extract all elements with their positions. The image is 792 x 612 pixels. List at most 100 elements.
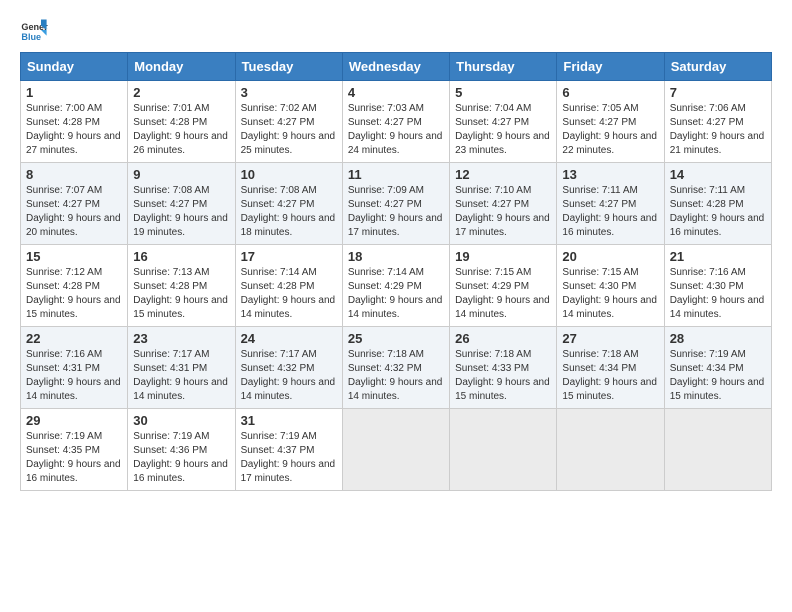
calendar-week-3: 15 Sunrise: 7:12 AMSunset: 4:28 PMDayligh…	[21, 245, 772, 327]
day-number: 3	[241, 85, 337, 100]
day-number: 31	[241, 413, 337, 428]
day-number: 9	[133, 167, 229, 182]
day-info: Sunrise: 7:03 AMSunset: 4:27 PMDaylight:…	[348, 103, 443, 156]
day-number: 16	[133, 249, 229, 264]
header-day-saturday: Saturday	[664, 53, 771, 81]
day-cell-4: 4 Sunrise: 7:03 AMSunset: 4:27 PMDaylight…	[342, 81, 449, 163]
day-info: Sunrise: 7:17 AMSunset: 4:31 PMDaylight:…	[133, 349, 228, 402]
day-number: 23	[133, 331, 229, 346]
day-number: 19	[455, 249, 551, 264]
day-info: Sunrise: 7:18 AMSunset: 4:34 PMDaylight:…	[562, 349, 657, 402]
header-day-tuesday: Tuesday	[235, 53, 342, 81]
day-number: 20	[562, 249, 658, 264]
svg-text:Blue: Blue	[21, 32, 41, 42]
day-info: Sunrise: 7:16 AMSunset: 4:31 PMDaylight:…	[26, 349, 121, 402]
day-cell-24: 24 Sunrise: 7:17 AMSunset: 4:32 PMDayligh…	[235, 327, 342, 409]
header: General Blue	[20, 16, 772, 44]
day-number: 15	[26, 249, 122, 264]
day-cell-25: 25 Sunrise: 7:18 AMSunset: 4:32 PMDayligh…	[342, 327, 449, 409]
day-info: Sunrise: 7:16 AMSunset: 4:30 PMDaylight:…	[670, 267, 765, 320]
day-number: 22	[26, 331, 122, 346]
day-info: Sunrise: 7:13 AMSunset: 4:28 PMDaylight:…	[133, 267, 228, 320]
day-number: 1	[26, 85, 122, 100]
header-day-friday: Friday	[557, 53, 664, 81]
day-number: 13	[562, 167, 658, 182]
day-info: Sunrise: 7:06 AMSunset: 4:27 PMDaylight:…	[670, 103, 765, 156]
day-cell-22: 22 Sunrise: 7:16 AMSunset: 4:31 PMDayligh…	[21, 327, 128, 409]
day-number: 11	[348, 167, 444, 182]
day-number: 14	[670, 167, 766, 182]
day-cell-21: 21Sunrise: 7:16 AMSunset: 4:30 PMDayligh…	[664, 245, 771, 327]
day-info: Sunrise: 7:11 AMSunset: 4:28 PMDaylight:…	[670, 185, 765, 238]
day-cell-14: 14 Sunrise: 7:11 AMSunset: 4:28 PMDayligh…	[664, 163, 771, 245]
header-day-thursday: Thursday	[450, 53, 557, 81]
day-cell-20: 20 Sunrise: 7:15 AMSunset: 4:30 PMDayligh…	[557, 245, 664, 327]
calendar-week-1: 1 Sunrise: 7:00 AMSunset: 4:28 PMDaylight…	[21, 81, 772, 163]
day-number: 30	[133, 413, 229, 428]
day-info: Sunrise: 7:17 AMSunset: 4:32 PMDaylight:…	[241, 349, 336, 402]
day-cell-28: 28Sunrise: 7:19 AMSunset: 4:34 PMDayligh…	[664, 327, 771, 409]
day-cell-29: 29Sunrise: 7:19 AMSunset: 4:35 PMDayligh…	[21, 409, 128, 491]
day-info: Sunrise: 7:19 AMSunset: 4:37 PMDaylight:…	[241, 431, 336, 484]
day-number: 4	[348, 85, 444, 100]
day-cell-9: 9 Sunrise: 7:08 AMSunset: 4:27 PMDaylight…	[128, 163, 235, 245]
header-day-sunday: Sunday	[21, 53, 128, 81]
calendar-week-4: 22 Sunrise: 7:16 AMSunset: 4:31 PMDayligh…	[21, 327, 772, 409]
day-cell-19: 19 Sunrise: 7:15 AMSunset: 4:29 PMDayligh…	[450, 245, 557, 327]
day-cell-11: 11Sunrise: 7:09 AMSunset: 4:27 PMDayligh…	[342, 163, 449, 245]
day-cell-13: 13 Sunrise: 7:11 AMSunset: 4:27 PMDayligh…	[557, 163, 664, 245]
calendar-week-2: 8Sunrise: 7:07 AMSunset: 4:27 PMDaylight…	[21, 163, 772, 245]
header-row: SundayMondayTuesdayWednesdayThursdayFrid…	[21, 53, 772, 81]
day-info: Sunrise: 7:04 AMSunset: 4:27 PMDaylight:…	[455, 103, 550, 156]
empty-cell	[342, 409, 449, 491]
day-info: Sunrise: 7:01 AMSunset: 4:28 PMDaylight:…	[133, 103, 228, 156]
day-cell-5: 5 Sunrise: 7:04 AMSunset: 4:27 PMDaylight…	[450, 81, 557, 163]
day-info: Sunrise: 7:11 AMSunset: 4:27 PMDaylight:…	[562, 185, 657, 238]
day-info: Sunrise: 7:19 AMSunset: 4:36 PMDaylight:…	[133, 431, 228, 484]
day-info: Sunrise: 7:19 AMSunset: 4:34 PMDaylight:…	[670, 349, 765, 402]
day-info: Sunrise: 7:15 AMSunset: 4:29 PMDaylight:…	[455, 267, 550, 320]
day-cell-10: 10 Sunrise: 7:08 AMSunset: 4:27 PMDayligh…	[235, 163, 342, 245]
day-number: 12	[455, 167, 551, 182]
day-cell-1: 1 Sunrise: 7:00 AMSunset: 4:28 PMDaylight…	[21, 81, 128, 163]
day-info: Sunrise: 7:14 AMSunset: 4:29 PMDaylight:…	[348, 267, 443, 320]
day-info: Sunrise: 7:10 AMSunset: 4:27 PMDaylight:…	[455, 185, 550, 238]
day-number: 10	[241, 167, 337, 182]
day-number: 24	[241, 331, 337, 346]
day-cell-7: 7 Sunrise: 7:06 AMSunset: 4:27 PMDaylight…	[664, 81, 771, 163]
day-info: Sunrise: 7:18 AMSunset: 4:32 PMDaylight:…	[348, 349, 443, 402]
day-number: 18	[348, 249, 444, 264]
day-info: Sunrise: 7:18 AMSunset: 4:33 PMDaylight:…	[455, 349, 550, 402]
day-info: Sunrise: 7:00 AMSunset: 4:28 PMDaylight:…	[26, 103, 121, 156]
logo: General Blue	[20, 16, 48, 44]
day-number: 2	[133, 85, 229, 100]
day-number: 7	[670, 85, 766, 100]
day-cell-12: 12 Sunrise: 7:10 AMSunset: 4:27 PMDayligh…	[450, 163, 557, 245]
day-cell-18: 18 Sunrise: 7:14 AMSunset: 4:29 PMDayligh…	[342, 245, 449, 327]
day-info: Sunrise: 7:14 AMSunset: 4:28 PMDaylight:…	[241, 267, 336, 320]
empty-cell	[664, 409, 771, 491]
day-number: 25	[348, 331, 444, 346]
empty-cell	[557, 409, 664, 491]
calendar-table: SundayMondayTuesdayWednesdayThursdayFrid…	[20, 52, 772, 491]
day-cell-27: 27Sunrise: 7:18 AMSunset: 4:34 PMDayligh…	[557, 327, 664, 409]
day-cell-23: 23 Sunrise: 7:17 AMSunset: 4:31 PMDayligh…	[128, 327, 235, 409]
day-number: 5	[455, 85, 551, 100]
day-number: 17	[241, 249, 337, 264]
day-cell-8: 8Sunrise: 7:07 AMSunset: 4:27 PMDaylight…	[21, 163, 128, 245]
day-cell-6: 6 Sunrise: 7:05 AMSunset: 4:27 PMDaylight…	[557, 81, 664, 163]
day-info: Sunrise: 7:08 AMSunset: 4:27 PMDaylight:…	[133, 185, 228, 238]
day-info: Sunrise: 7:15 AMSunset: 4:30 PMDaylight:…	[562, 267, 657, 320]
day-cell-2: 2 Sunrise: 7:01 AMSunset: 4:28 PMDaylight…	[128, 81, 235, 163]
day-info: Sunrise: 7:08 AMSunset: 4:27 PMDaylight:…	[241, 185, 336, 238]
day-info: Sunrise: 7:12 AMSunset: 4:28 PMDaylight:…	[26, 267, 121, 320]
day-cell-30: 30 Sunrise: 7:19 AMSunset: 4:36 PMDayligh…	[128, 409, 235, 491]
calendar-week-5: 29Sunrise: 7:19 AMSunset: 4:35 PMDayligh…	[21, 409, 772, 491]
day-number: 6	[562, 85, 658, 100]
day-info: Sunrise: 7:05 AMSunset: 4:27 PMDaylight:…	[562, 103, 657, 156]
day-number: 26	[455, 331, 551, 346]
logo-icon: General Blue	[20, 16, 48, 44]
day-cell-26: 26 Sunrise: 7:18 AMSunset: 4:33 PMDayligh…	[450, 327, 557, 409]
day-cell-3: 3Sunrise: 7:02 AMSunset: 4:27 PMDaylight…	[235, 81, 342, 163]
day-cell-16: 16 Sunrise: 7:13 AMSunset: 4:28 PMDayligh…	[128, 245, 235, 327]
